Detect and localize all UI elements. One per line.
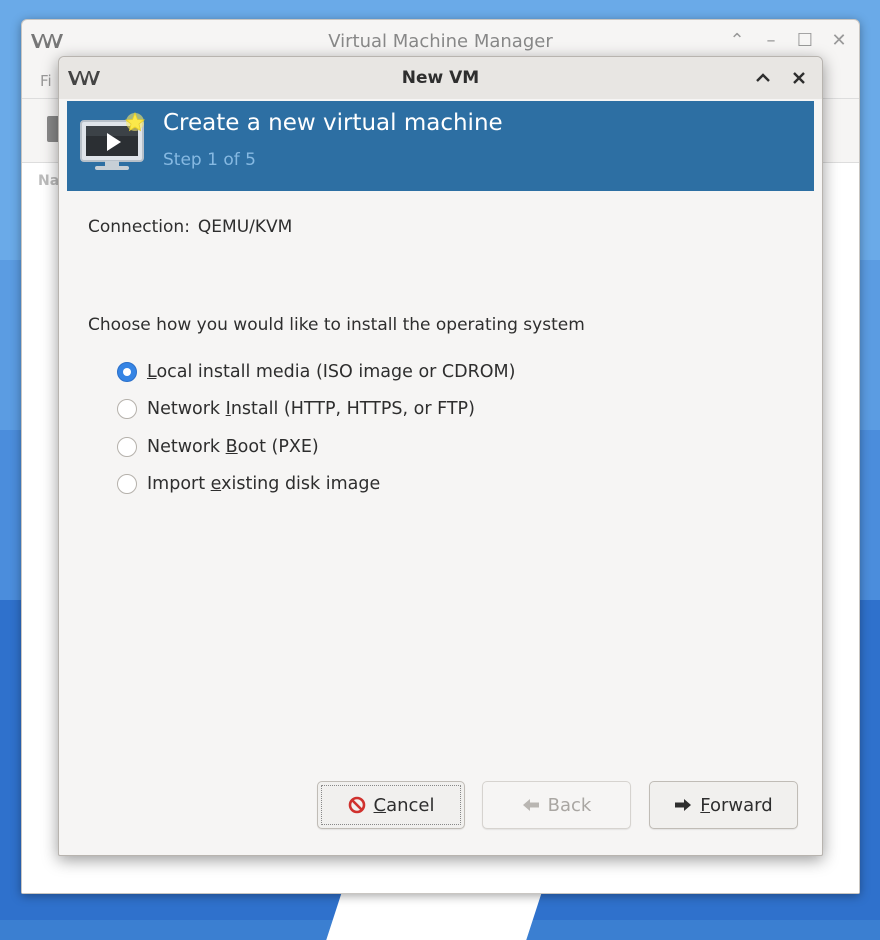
dialog-titlebar: New VM <box>59 57 822 99</box>
back-button[interactable]: Back <box>482 781 631 829</box>
option-local-media[interactable]: Local install media (ISO image or CDROM) <box>117 353 515 391</box>
radio-import-disk[interactable] <box>117 474 137 495</box>
shade-icon[interactable]: ⌃ <box>727 30 747 51</box>
option-label: Network Boot (PXE) <box>147 436 319 457</box>
wizard-title: Create a new virtual machine <box>163 110 503 136</box>
option-network-boot[interactable]: Network Boot (PXE) <box>117 428 515 466</box>
cancel-label: Cancel <box>373 794 435 816</box>
column-name-header[interactable]: Na <box>38 173 59 189</box>
option-network-install[interactable]: Network Install (HTTP, HTTPS, or FTP) <box>117 391 515 429</box>
radio-network-install[interactable] <box>117 399 137 420</box>
arrow-right-icon <box>675 799 692 811</box>
forward-button[interactable]: Forward <box>649 781 798 829</box>
forward-label: Forward <box>700 794 773 816</box>
option-label: Import existing disk image <box>147 474 381 495</box>
new-vm-monitor-icon <box>80 111 146 170</box>
install-method-prompt: Choose how you would like to install the… <box>88 315 585 335</box>
wizard-step: Step 1 of 5 <box>163 150 256 170</box>
wizard-banner: Create a new virtual machine Step 1 of 5 <box>67 101 814 191</box>
close-icon[interactable]: ✕ <box>829 30 849 51</box>
radio-local-media[interactable] <box>117 361 137 382</box>
menu-file[interactable]: Fi <box>40 72 52 90</box>
new-vm-dialog: New VM Create a new virtual machine Step… <box>58 56 823 856</box>
connection-value: QEMU/KVM <box>197 217 293 237</box>
connection-label: Connection: <box>88 217 190 237</box>
collapse-icon[interactable] <box>750 65 776 91</box>
connection-info: Connection: QEMU/KVM <box>88 217 292 237</box>
cancel-button[interactable]: Cancel <box>317 781 465 829</box>
main-window-controls: ⌃ – ☐ ✕ <box>727 30 849 51</box>
vmm-logo-icon <box>68 71 100 85</box>
radio-network-boot[interactable] <box>117 436 137 457</box>
close-icon[interactable] <box>786 65 812 91</box>
minimize-icon[interactable]: – <box>761 30 781 51</box>
cancel-icon <box>348 796 365 814</box>
maximize-icon[interactable]: ☐ <box>795 30 815 51</box>
arrow-left-icon <box>522 799 539 811</box>
option-label: Local install media (ISO image or CDROM) <box>147 361 516 382</box>
dialog-title: New VM <box>401 68 480 88</box>
back-label: Back <box>547 794 592 816</box>
install-method-options: Local install media (ISO image or CDROM)… <box>117 353 515 503</box>
option-import-disk[interactable]: Import existing disk image <box>117 466 515 504</box>
option-label: Network Install (HTTP, HTTPS, or FTP) <box>147 399 475 420</box>
